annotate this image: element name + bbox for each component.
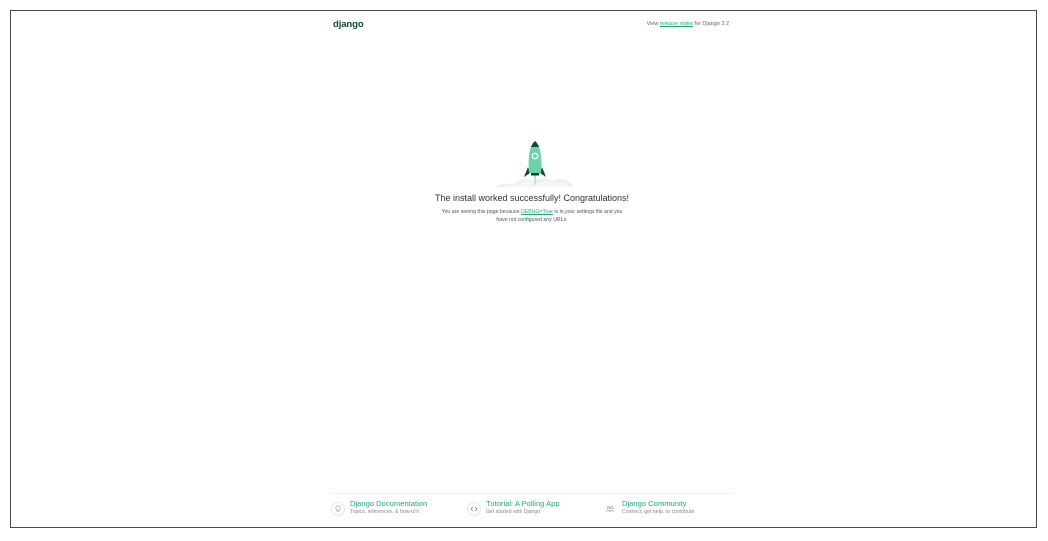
footer-divider <box>331 493 733 494</box>
release-prefix: View <box>646 21 660 27</box>
release-notes-link[interactable]: release notes <box>660 21 693 27</box>
django-welcome-page: django View release notes for Django 3.2 <box>331 11 733 527</box>
tutorial-link[interactable]: Tutorial: A Polling App Get started with… <box>467 499 597 525</box>
docs-link[interactable]: Django Documentation Topics, references,… <box>331 499 461 525</box>
docs-subtitle: Topics, references, & how-to's <box>350 509 420 515</box>
code-brackets-icon <box>467 502 481 516</box>
lightbulb-icon <box>331 502 345 516</box>
community-title: Django Community <box>622 499 687 508</box>
community-link[interactable]: Django Community Connect, get help, or c… <box>603 499 733 525</box>
tutorial-title: Tutorial: A Polling App <box>486 499 560 508</box>
success-title: The install worked successfully! Congrat… <box>434 193 630 203</box>
debug-description: You are seeing this page because DEBUG=T… <box>441 208 623 224</box>
release-notes-text: View release notes for Django 3.2 <box>647 21 729 27</box>
release-suffix: for Django 3.2 <box>692 21 729 27</box>
desc-prefix: You are seeing this page because <box>441 209 521 215</box>
header: django View release notes for Django 3.2 <box>331 11 733 37</box>
rocket-icon <box>495 141 573 187</box>
rocket-illustration <box>495 131 575 201</box>
django-logo[interactable]: django <box>333 19 364 30</box>
footer: Django Documentation Topics, references,… <box>331 499 733 525</box>
browser-viewport: django View release notes for Django 3.2 <box>10 10 1037 528</box>
debug-true-link[interactable]: DEBUG=True <box>521 209 553 215</box>
docs-title: Django Documentation <box>350 499 428 508</box>
tutorial-subtitle: Get started with Django <box>486 509 541 515</box>
community-subtitle: Connect, get help, or contribute <box>622 509 695 515</box>
community-icon <box>603 502 617 516</box>
